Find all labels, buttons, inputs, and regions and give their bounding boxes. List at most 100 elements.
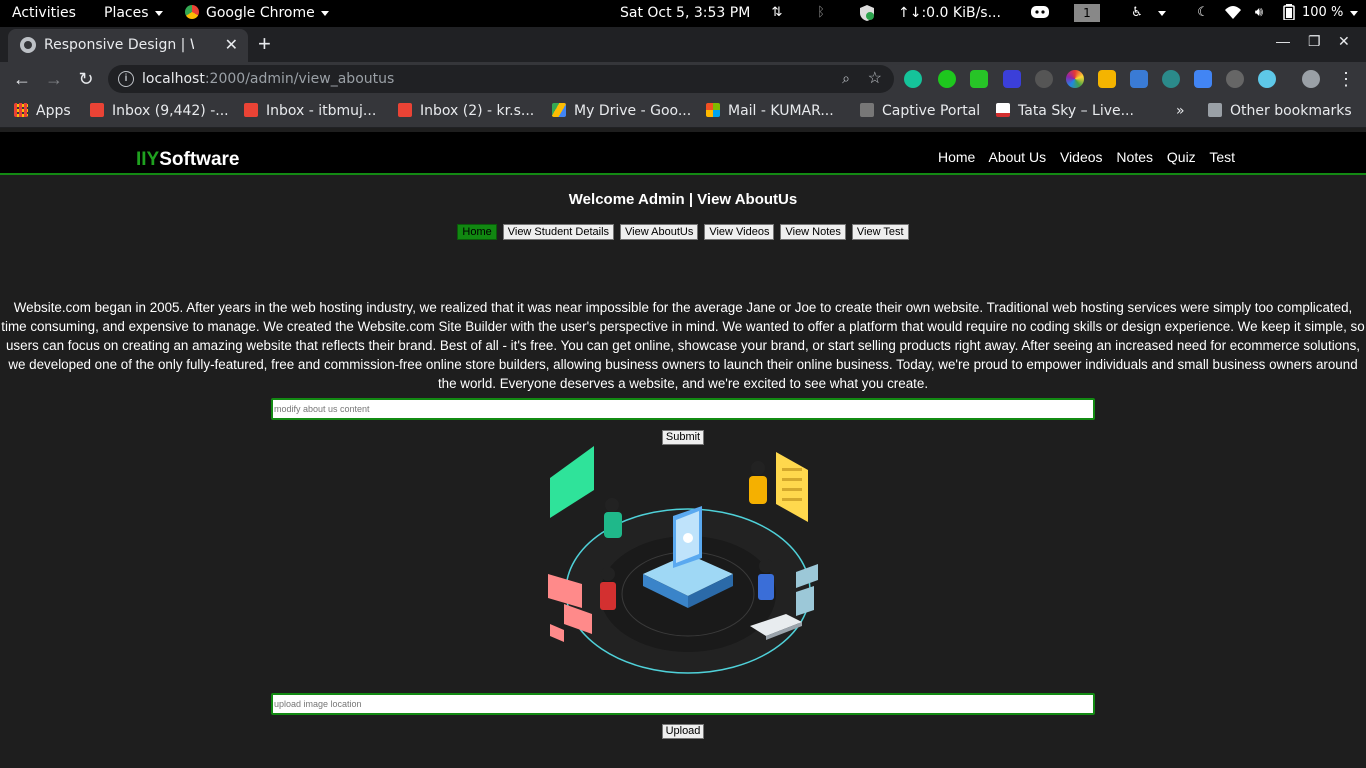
close-window-icon[interactable]: ✕ xyxy=(1338,33,1350,50)
nav-link-test[interactable]: Test xyxy=(1209,149,1235,165)
grammarly-extension-icon[interactable] xyxy=(904,70,922,88)
folder-icon xyxy=(1208,103,1222,117)
browser-toolbar: ← → ↻ i localhost:2000/admin/view_aboutu… xyxy=(0,62,1366,96)
admin-home-button[interactable]: Home xyxy=(457,224,497,240)
bookmark-apps[interactable]: Apps xyxy=(14,103,71,119)
web-page: IIYSoftware Home About Us Videos Notes Q… xyxy=(0,128,1366,768)
bookmark-label: Captive Portal xyxy=(882,103,981,119)
bookmark-captive-portal[interactable]: Captive Portal xyxy=(860,103,980,119)
browser-tab[interactable]: Responsive Design | Welcome ✕ xyxy=(8,29,248,62)
close-tab-icon[interactable]: ✕ xyxy=(225,35,238,54)
google-drive-icon xyxy=(552,103,566,117)
puzzle-extension-icon[interactable] xyxy=(1226,70,1244,88)
upload-button[interactable]: Upload xyxy=(662,724,704,739)
color-picker-extension-icon[interactable] xyxy=(1066,70,1084,88)
nav-link-quiz[interactable]: Quiz xyxy=(1167,149,1196,165)
new-tab-icon[interactable]: + xyxy=(258,31,271,57)
bookmarks-overflow-button[interactable]: » xyxy=(1176,103,1185,119)
minimize-icon[interactable]: — xyxy=(1276,33,1290,49)
bookmark-label: Inbox - itbmuj... xyxy=(266,103,377,119)
view-test-button[interactable]: View Test xyxy=(851,224,909,240)
about-us-text: Website.com began in 2005. After years i… xyxy=(1,300,1365,391)
bookmark-mail[interactable]: Mail - KUMAR... xyxy=(706,103,834,119)
shield-icon[interactable] xyxy=(858,4,876,22)
discord-icon[interactable] xyxy=(1030,4,1049,22)
zoom-icon[interactable]: ⌕ xyxy=(842,70,850,87)
bookmark-tata-sky[interactable]: Tata Sky – Live... xyxy=(996,103,1134,119)
page-title: Welcome Admin | View AboutUs xyxy=(568,191,798,208)
green-shield-extension-icon[interactable] xyxy=(970,70,988,88)
url-host: localhost xyxy=(142,71,205,87)
battery-icon[interactable] xyxy=(1280,4,1298,22)
tata-sky-icon xyxy=(996,103,1010,117)
accessibility-icon[interactable]: ♿ xyxy=(1128,4,1146,22)
gmail-icon xyxy=(90,103,104,117)
battery-percentage[interactable]: 100 % xyxy=(1302,5,1343,20)
view-student-details-button[interactable]: View Student Details xyxy=(502,224,615,240)
other-bookmarks-label: Other bookmarks xyxy=(1230,103,1352,119)
places-menu[interactable]: Places xyxy=(104,5,163,21)
bookmarks-bar: Apps Inbox (9,442) -... Inbox - itbmuj..… xyxy=(0,96,1366,128)
nav-link-home[interactable]: Home xyxy=(938,149,975,165)
g-extension-icon[interactable] xyxy=(1194,70,1212,88)
apps-grid-icon xyxy=(14,103,28,117)
nav-link-notes[interactable]: Notes xyxy=(1116,149,1153,165)
tab-title: Responsive Design | Welcome xyxy=(44,37,194,53)
app-menu-label: Google Chrome xyxy=(206,5,315,21)
volume-icon[interactable]: 🔊︎ xyxy=(1250,4,1268,22)
url-text[interactable]: localhost:2000/admin/view_aboutus xyxy=(142,71,394,87)
wifi-icon[interactable] xyxy=(1224,4,1242,22)
back-icon[interactable]: ← xyxy=(10,67,34,91)
system-top-bar: Activities Places Google Chrome Sat Oct … xyxy=(0,0,1366,27)
isometric-web-illustration xyxy=(548,446,818,674)
react-devtools-icon[interactable] xyxy=(1258,70,1276,88)
globe-extension-icon[interactable] xyxy=(1162,70,1180,88)
chrome-icon xyxy=(185,5,199,19)
bookmark-label: My Drive - Goo... xyxy=(574,103,692,119)
app-menu[interactable]: Google Chrome xyxy=(185,5,329,21)
admin-button-row: Home View Student Details View AboutUs V… xyxy=(0,224,1366,240)
forward-icon[interactable]: → xyxy=(42,67,66,91)
workspace-indicator[interactable]: 1 xyxy=(1074,4,1100,22)
address-bar[interactable]: i localhost:2000/admin/view_aboutus ⌕ ☆ xyxy=(108,65,894,93)
record-extension-icon[interactable] xyxy=(1035,70,1053,88)
modify-about-input[interactable]: modify about us content xyxy=(271,398,1095,420)
clock[interactable]: Sat Oct 5, 3:53 PM xyxy=(620,5,750,21)
view-notes-button[interactable]: View Notes xyxy=(780,224,846,240)
nav-link-videos[interactable]: Videos xyxy=(1060,149,1103,165)
globe-icon xyxy=(20,37,36,53)
bookmark-label: Inbox (2) - kr.s... xyxy=(420,103,535,119)
web-extension-icon[interactable] xyxy=(1130,70,1148,88)
hand-extension-icon[interactable] xyxy=(938,70,956,88)
bluetooth-icon[interactable]: ᛒ xyxy=(812,4,830,22)
bookmark-inbox-3[interactable]: Inbox (2) - kr.s... xyxy=(398,103,534,119)
chevron-down-icon xyxy=(154,10,163,16)
view-videos-button[interactable]: View Videos xyxy=(704,224,775,240)
paint-extension-icon[interactable] xyxy=(1098,70,1116,88)
submit-button[interactable]: Submit xyxy=(662,430,704,445)
night-light-icon[interactable]: ☾ xyxy=(1194,4,1212,22)
url-path: :2000/admin/view_aboutus xyxy=(204,71,395,87)
other-bookmarks[interactable]: Other bookmarks xyxy=(1208,103,1352,119)
bookmark-star-icon[interactable]: ☆ xyxy=(868,68,882,88)
bookmark-label: Apps xyxy=(36,103,71,119)
bookmark-inbox-1[interactable]: Inbox (9,442) -... xyxy=(90,103,229,119)
blue-square-extension-icon[interactable] xyxy=(1003,70,1021,88)
network-speed[interactable]: ↑↓:0.0 KiB/s... xyxy=(898,5,1001,21)
bookmark-inbox-2[interactable]: Inbox - itbmuj... xyxy=(244,103,376,119)
info-icon[interactable]: i xyxy=(118,71,134,87)
network-activity-icon[interactable]: ⇅ xyxy=(768,4,786,22)
activities-button[interactable]: Activities xyxy=(12,5,76,21)
maximize-icon[interactable]: ❐ xyxy=(1308,33,1321,50)
chevron-down-icon xyxy=(320,10,329,16)
chevron-down-icon xyxy=(1350,11,1358,16)
places-label: Places xyxy=(104,5,149,21)
nav-link-about-us[interactable]: About Us xyxy=(988,149,1046,165)
bookmark-drive[interactable]: My Drive - Goo... xyxy=(552,103,691,119)
menu-icon[interactable]: ⋮ xyxy=(1334,67,1358,91)
upload-image-input[interactable]: upload image location xyxy=(271,693,1095,715)
site-brand[interactable]: IIYSoftware xyxy=(136,149,239,171)
view-aboutus-button[interactable]: View AboutUs xyxy=(620,224,699,240)
profile-avatar[interactable] xyxy=(1302,70,1320,88)
reload-icon[interactable]: ↻ xyxy=(74,67,98,91)
